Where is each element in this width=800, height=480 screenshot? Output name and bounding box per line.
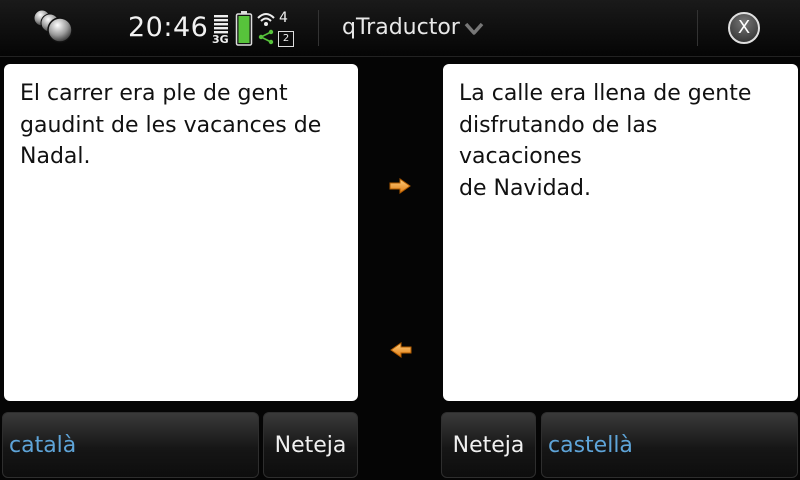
battery-icon — [235, 10, 253, 46]
status-separator — [318, 10, 319, 46]
source-text: El carrer era ple de gent gaudint de les… — [20, 81, 322, 169]
clear-target-button[interactable]: Neteja — [441, 412, 536, 478]
target-text-area[interactable]: La calle era llena de gente disfrutando … — [443, 64, 798, 401]
close-icon: X — [737, 17, 751, 38]
close-button[interactable]: X — [728, 12, 760, 44]
translate-back-button[interactable] — [381, 335, 421, 365]
network-type-label: 3G — [212, 33, 229, 46]
wifi-icon — [256, 10, 276, 48]
arrow-left-icon — [390, 342, 412, 358]
source-language-button[interactable]: català — [2, 412, 259, 478]
status-clock: 20:46 — [128, 12, 209, 43]
open-apps-count: 4 — [279, 10, 288, 26]
translate-forward-button[interactable] — [380, 171, 420, 201]
clear-source-button[interactable]: Neteja — [263, 412, 358, 478]
app-window: 20:46 3G 4 2 qTraductor X El carrer era … — [0, 0, 800, 480]
arrow-right-icon — [389, 178, 411, 194]
app-title[interactable]: qTraductor — [342, 15, 460, 40]
target-text: La calle era llena de gente disfrutando … — [459, 81, 752, 201]
status-bar: 20:46 3G 4 2 qTraductor X — [0, 0, 800, 57]
target-language-button[interactable]: castellà — [541, 412, 798, 478]
status-separator — [697, 10, 698, 46]
notification-count: 2 — [278, 31, 294, 47]
task-switcher-icon[interactable] — [30, 6, 80, 46]
chevron-down-icon[interactable] — [464, 21, 484, 35]
source-text-area[interactable]: El carrer era ple de gent gaudint de les… — [4, 64, 358, 401]
